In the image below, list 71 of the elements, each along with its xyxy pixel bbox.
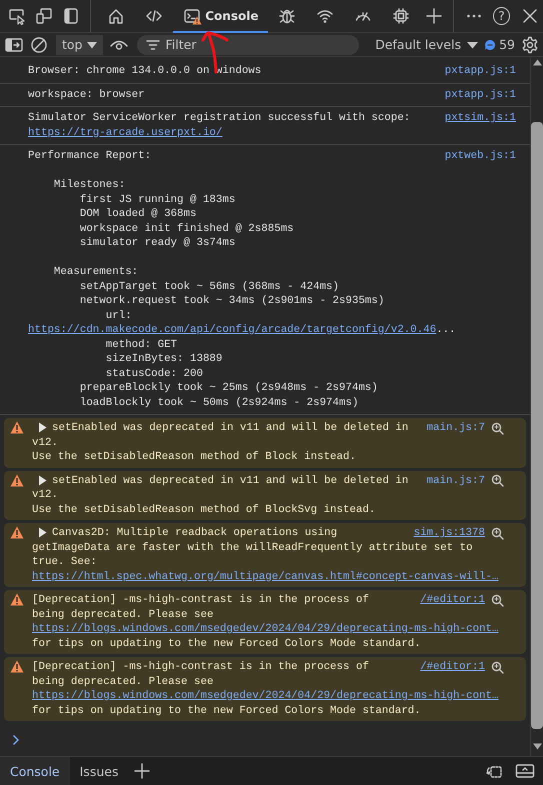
message-text: Canvas2D: Multiple readback operations using <box>52 526 338 540</box>
plus-icon[interactable] <box>134 763 150 779</box>
home-icon <box>107 7 126 25</box>
clear-icon[interactable] <box>30 36 48 54</box>
context-dropdown[interactable]: top <box>56 34 104 54</box>
plus-icon[interactable] <box>424 7 443 25</box>
close-icon[interactable] <box>520 7 539 25</box>
message-text: setEnabled was deprecated in v11 and will be deleted in <box>52 421 410 436</box>
prompt-icon[interactable] <box>12 734 20 746</box>
message-text: being deprecated. Please see https://blogs.windows.com/msedgedev/2024/04/29/deprecating-ms-high-cont… for tips on updating to the new Forced Colors Mode standard. <box>32 674 500 718</box>
source-link[interactable]: sim.js:1378 <box>414 526 485 540</box>
levels-dropdown[interactable]: Default levels <box>375 37 478 52</box>
message-text: workspace: browser <box>28 88 146 102</box>
caret-icon <box>87 40 98 48</box>
magnifier-icon[interactable] <box>491 594 504 607</box>
warning-icon <box>10 421 24 434</box>
source-link[interactable]: pxtapp.js:1 <box>444 88 516 102</box>
message-text: v12. Use the setDisabledReason method of BlockSvg instead. <box>32 488 376 517</box>
source-link[interactable]: /#editor:1 <box>420 593 485 608</box>
message-text: getImageData are faster with the willReadFrequently attribute set to true. See: https://html.spec.whatwg.org/multipage/canvas.html#concept-canvas-will-… <box>32 540 500 584</box>
expand-triangle-icon[interactable] <box>38 474 47 486</box>
device-icon[interactable] <box>35 7 54 25</box>
message-text: Simulator ServiceWorker registration successful with scope: <box>28 111 412 126</box>
message-text: [Deprecation] -ms-high-contrast is in the process of <box>32 593 370 608</box>
source-link[interactable]: /#editor:1 <box>420 660 485 674</box>
expand-triangle-icon[interactable] <box>38 422 47 433</box>
filter-field[interactable]: Filter <box>137 34 360 54</box>
chip-icon <box>392 7 410 25</box>
drawer-icon[interactable] <box>4 36 24 54</box>
filter-icon <box>146 38 160 50</box>
link[interactable]: https://blogs.windows.com/msedgedev/2024/04/29/deprecating-ms-high-cont… <box>32 690 499 702</box>
drawer-tab[interactable]: Console <box>0 757 70 785</box>
scroll-up-icon[interactable] <box>532 59 542 66</box>
message-text: Milestones: first JS running @ 183ms DOM loaded @ 368ms workspace init finished @ 2s885ms simulator ready @ 3s74ms Measurements: setAppTarget took ~ 56ms (368ms - 424ms) network.request took ~ 34ms (2s901ms - 2s935ms) url: https://cdn.makecode.com/api/config/arcade/targetconfig/v2.0.46... method: GET sizeInBytes: 13889 statusCode: 200 prepareBlockly took ~ 25ms (2s948ms - 2s974ms) loadBlockly took ~ 50ms (2s924ms - 2s974ms) <box>28 178 457 410</box>
settings-icon[interactable] <box>521 36 539 54</box>
source-link[interactable]: pxtapp.js:1 <box>444 64 516 78</box>
message-text: Performance Report: <box>28 149 152 164</box>
source-link[interactable]: pxtweb.js:1 <box>444 149 516 164</box>
caret-icon <box>467 40 478 48</box>
bug-icon <box>278 7 296 25</box>
source-link[interactable]: main.js:7 <box>426 421 485 436</box>
scroll-down-icon[interactable] <box>532 743 542 750</box>
expand-triangle-icon[interactable] <box>38 527 47 538</box>
magnifier-icon[interactable] <box>491 526 504 540</box>
dock-icon[interactable] <box>62 7 80 25</box>
magnifier-icon[interactable] <box>491 474 504 488</box>
message-count: 59 <box>499 37 515 52</box>
help-button[interactable]: ? <box>492 7 510 25</box>
message-text: v12. Use the setDisabledReason method of Block instead. <box>32 436 357 464</box>
link[interactable]: https://html.spec.whatwg.org/multipage/canvas.html#concept-canvas-will-… <box>32 570 499 582</box>
inspect-icon[interactable] <box>8 7 26 25</box>
link[interactable]: https://trg-arcade.userpxt.io/ <box>28 126 222 138</box>
warning-icon <box>10 660 24 673</box>
link[interactable]: https://cdn.makecode.com/api/config/arcade/targetconfig/v2.0.46 <box>28 324 436 336</box>
magnifier-icon[interactable] <box>491 660 504 674</box>
message-text: being deprecated. Please see https://blogs.windows.com/msedgedev/2024/04/29/deprecating-ms-high-cont… for tips on updating to the new Forced Colors Mode standard. <box>32 608 500 651</box>
source-link[interactable]: main.js:7 <box>426 474 485 488</box>
source-link[interactable]: pxtsim.js:1 <box>444 111 516 126</box>
warning-icon <box>10 593 24 606</box>
warning-icon <box>10 474 24 486</box>
message-icon <box>484 38 496 50</box>
message-text: [Deprecation] -ms-high-contrast is in the process of <box>32 660 370 674</box>
link[interactable]: https://blogs.windows.com/msedgedev/2024/04/29/deprecating-ms-high-cont… <box>32 623 499 635</box>
console-icon <box>183 7 202 25</box>
scrollbar[interactable] <box>530 57 543 756</box>
scrollbar-thumb[interactable] <box>531 122 543 729</box>
warning-icon <box>10 526 24 539</box>
dock-bottom-icon[interactable] <box>515 763 535 779</box>
drawer-tab[interactable]: Issues <box>70 757 128 785</box>
magnifier-icon[interactable] <box>491 422 504 435</box>
message-text: setEnabled was deprecated in v11 and will be deleted in <box>52 474 410 488</box>
